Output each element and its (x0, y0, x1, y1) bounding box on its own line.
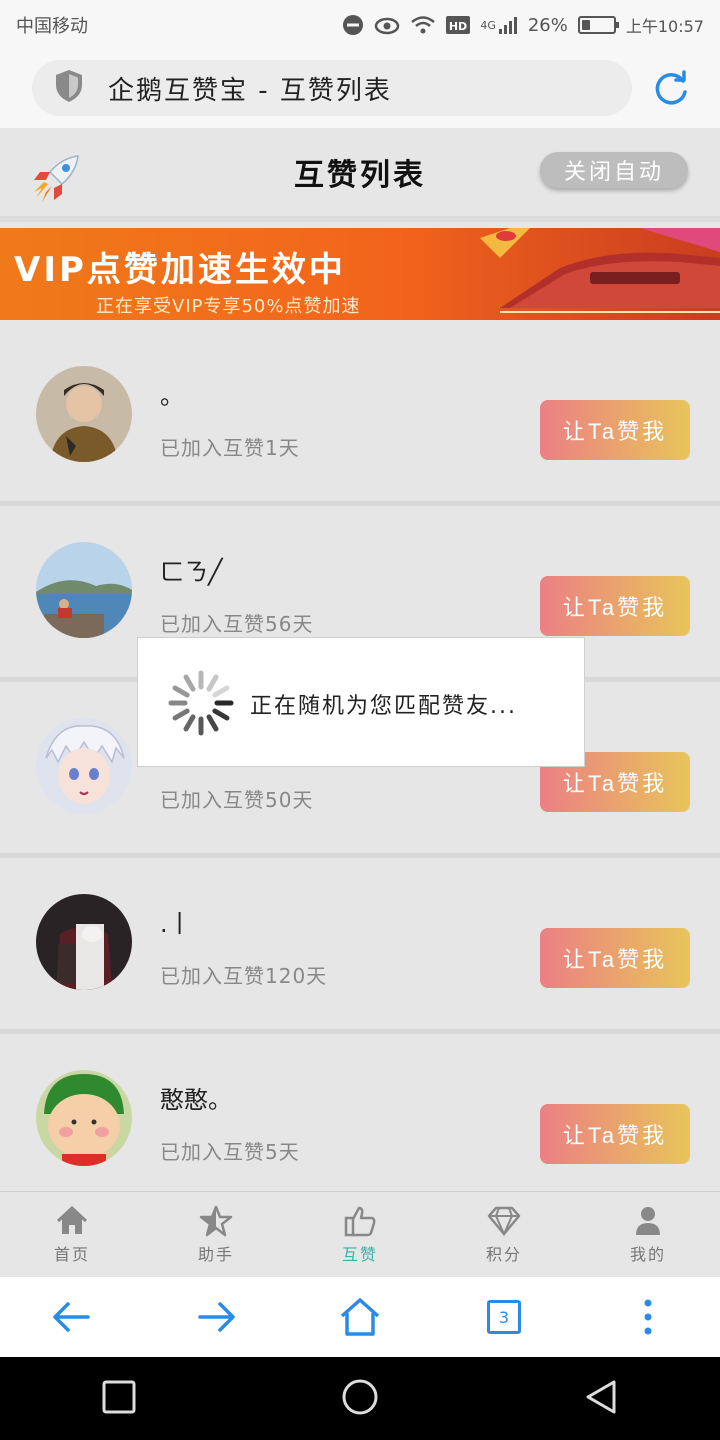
nav-label: 助手 (197, 1244, 234, 1264)
forward-arrow-icon[interactable] (191, 1292, 241, 1342)
status-bar: 中国移动 HD 4G 26% 上午10:57 (0, 0, 720, 50)
nav-item-points[interactable]: 积分 (432, 1192, 576, 1277)
nav-item-assistant[interactable]: 助手 (144, 1192, 288, 1277)
carrier-name: 中国移动 (16, 16, 88, 37)
thumbs-up-icon (344, 1206, 376, 1236)
browser-toolbar: 3 (0, 1277, 720, 1357)
joined-days: 已加入互赞5天 (160, 1140, 300, 1164)
spinner-segment (206, 674, 219, 692)
nickname: 憨憨。 (160, 1086, 232, 1114)
banner-headline: VIP点赞加速生效中 (14, 250, 346, 290)
user-list: 。 已加入互赞1天 让Ta赞我 ㄈㄋ╱ 已加入互赞56天 让Ta赞我 已加入互赞… (0, 330, 720, 1210)
address-field[interactable]: 企鹅互赞宝 - 互赞列表 (32, 60, 632, 116)
system-nav-bar (0, 1357, 720, 1440)
list-item: .丨 已加入互赞120天 让Ta赞我 (0, 858, 720, 1034)
diamond-icon (487, 1206, 521, 1236)
tabs-button[interactable]: 3 (479, 1292, 529, 1342)
banner-subline: 正在享受VIP专享50%点赞加速 (96, 296, 361, 317)
let-ta-like-me-button[interactable]: 让Ta赞我 (540, 1104, 690, 1164)
list-item: 憨憨。 已加入互赞5天 让Ta赞我 (0, 1034, 720, 1210)
nav-item-mine[interactable]: 我的 (576, 1192, 720, 1277)
spinner-segment (172, 708, 190, 721)
joined-days: 已加入互赞56天 (160, 612, 314, 636)
avatar[interactable] (36, 894, 132, 990)
nav-item-mutual-like[interactable]: 互赞 (288, 1192, 432, 1277)
eye-icon (374, 15, 400, 35)
svg-text:HD: HD (449, 20, 467, 33)
more-menu-icon[interactable] (623, 1292, 673, 1342)
network-type: 4G (480, 18, 496, 32)
user-icon (636, 1206, 660, 1235)
avatar[interactable] (36, 1070, 132, 1166)
spinner-segment (206, 714, 219, 732)
joined-days: 已加入互赞50天 (160, 788, 314, 812)
nickname: 。 (160, 382, 184, 410)
app-bottom-nav: 首页 助手 互赞 积分 我的 (0, 1191, 720, 1277)
back-triangle-icon[interactable] (584, 1379, 618, 1419)
shield-icon (54, 69, 84, 107)
nav-label: 我的 (629, 1244, 666, 1264)
home-icon (56, 1205, 88, 1234)
home-icon[interactable] (335, 1292, 385, 1342)
back-arrow-icon[interactable] (47, 1292, 97, 1342)
nav-label: 互赞 (341, 1244, 378, 1264)
refresh-icon[interactable] (652, 70, 690, 108)
nickname: .丨 (160, 910, 192, 938)
let-ta-like-me-button[interactable]: 让Ta赞我 (540, 400, 690, 460)
status-icons: HD 4G 26% 上午10:57 (342, 13, 704, 37)
let-ta-like-me-button[interactable]: 让Ta赞我 (540, 928, 690, 988)
close-auto-button[interactable]: 关闭自动 (540, 152, 688, 188)
avatar[interactable] (36, 718, 132, 814)
nav-item-home[interactable]: 首页 (0, 1192, 144, 1277)
browser-address-bar: 企鹅互赞宝 - 互赞列表 (0, 50, 720, 128)
clock: 上午10:57 (625, 17, 704, 36)
loading-spinner-icon (166, 668, 236, 738)
list-item: 。 已加入互赞1天 让Ta赞我 (0, 330, 720, 506)
matching-dialog: 正在随机为您匹配赞友... (137, 637, 585, 767)
signal-icon: 4G (480, 15, 518, 35)
page-title-url: 企鹅互赞宝 - 互赞列表 (108, 75, 392, 106)
spinner-segment (172, 685, 190, 698)
hd-icon: HD (446, 15, 471, 35)
joined-days: 已加入互赞120天 (160, 964, 328, 988)
battery-icon (577, 16, 619, 34)
nav-label: 首页 (53, 1244, 90, 1264)
spinner-segment (212, 685, 230, 698)
let-ta-like-me-button[interactable]: 让Ta赞我 (540, 576, 690, 636)
nav-label: 积分 (485, 1244, 522, 1264)
avatar[interactable] (36, 366, 132, 462)
tab-count: 3 (487, 1300, 521, 1334)
train-illustration (440, 228, 720, 320)
dialog-message: 正在随机为您匹配赞友... (250, 694, 517, 719)
joined-days: 已加入互赞1天 (160, 436, 300, 460)
nickname: ㄈㄋ╱ (160, 558, 223, 586)
spinner-segment (183, 714, 196, 732)
vip-banner[interactable]: VIP点赞加速生效中 正在享受VIP专享50%点赞加速 (0, 228, 720, 320)
spinner-segment (183, 674, 196, 692)
spinner-segment (212, 708, 230, 721)
battery-percent: 26% (527, 14, 568, 36)
avatar[interactable] (36, 542, 132, 638)
recents-icon[interactable] (102, 1380, 136, 1418)
app-header: 互赞列表 关闭自动 (0, 128, 720, 222)
wifi-icon (410, 15, 436, 35)
home-circle-icon[interactable] (341, 1378, 379, 1420)
dnd-icon (342, 14, 364, 36)
star-icon (199, 1205, 233, 1236)
